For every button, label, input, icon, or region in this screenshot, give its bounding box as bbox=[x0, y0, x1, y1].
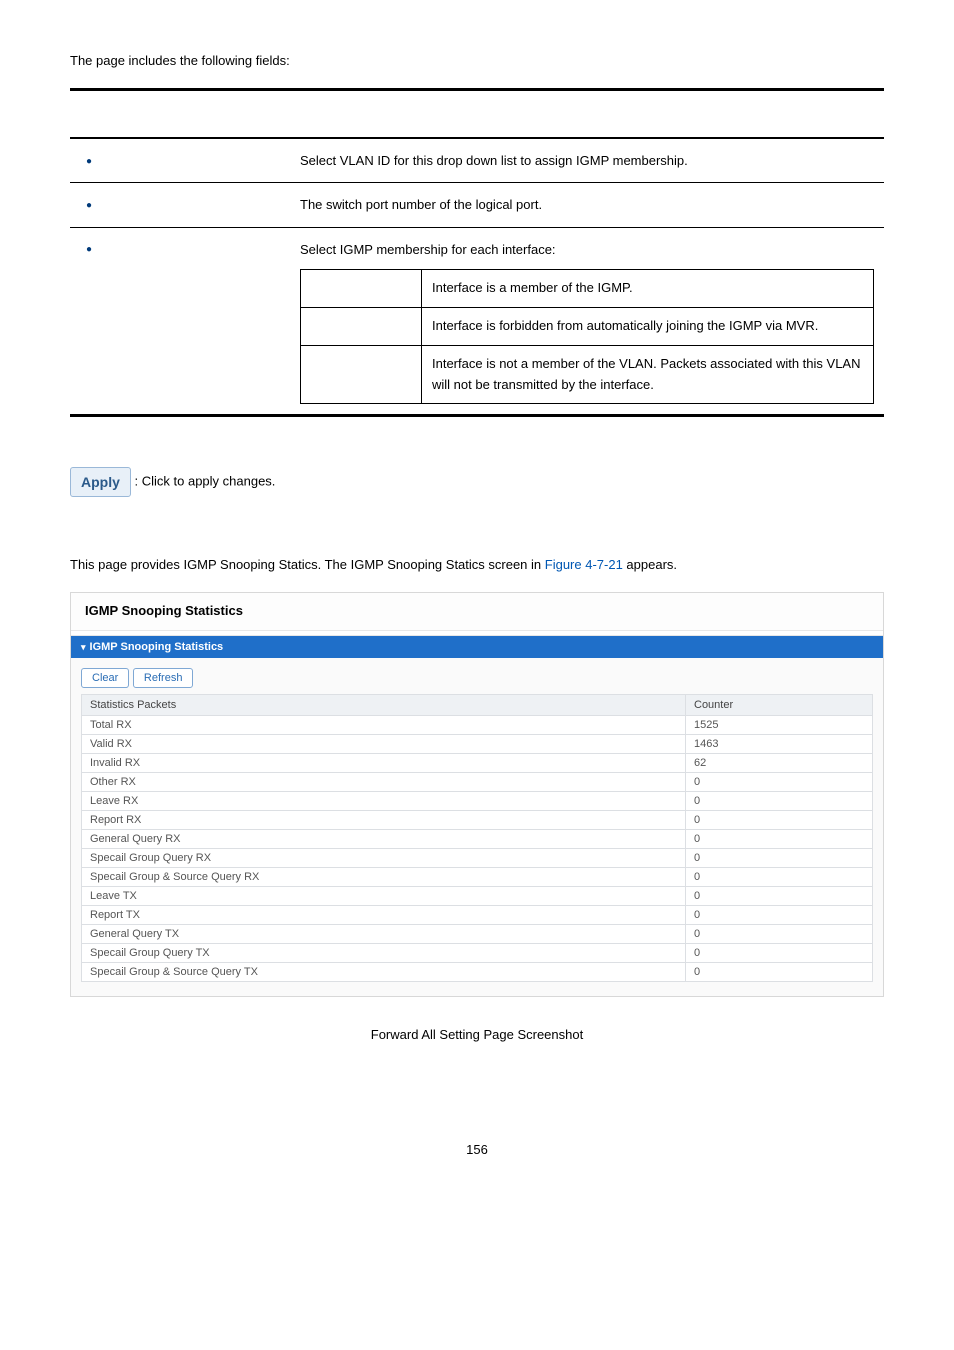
desc-post: appears. bbox=[623, 557, 677, 572]
stat-name: Report RX bbox=[82, 811, 686, 830]
stat-value: 0 bbox=[686, 868, 873, 887]
bullet-icon: ● bbox=[80, 197, 98, 215]
table-row: General Query RX0 bbox=[82, 830, 873, 849]
stat-value: 0 bbox=[686, 773, 873, 792]
stat-value: 0 bbox=[686, 830, 873, 849]
table-row: Report RX0 bbox=[82, 811, 873, 830]
obj-cell: ● bbox=[70, 227, 290, 416]
stat-value: 1525 bbox=[686, 716, 873, 735]
bullet-icon: ● bbox=[80, 153, 98, 171]
apply-button[interactable]: Apply bbox=[70, 467, 131, 497]
stat-name: Leave TX bbox=[82, 887, 686, 906]
stat-value: 0 bbox=[686, 963, 873, 982]
page-number: 156 bbox=[70, 1142, 884, 1157]
stat-name: General Query TX bbox=[82, 925, 686, 944]
stat-value: 0 bbox=[686, 887, 873, 906]
sub-panel-title: IGMP Snooping Statistics bbox=[90, 641, 224, 653]
stat-value: 0 bbox=[686, 944, 873, 963]
stat-value: 0 bbox=[686, 849, 873, 868]
stat-value: 0 bbox=[686, 811, 873, 830]
clear-button[interactable]: Clear bbox=[81, 668, 129, 688]
stat-name: Invalid RX bbox=[82, 754, 686, 773]
refresh-button[interactable]: Refresh bbox=[133, 668, 194, 688]
sub-panel-body: Clear Refresh Statistics Packets Counter… bbox=[71, 658, 883, 996]
stat-name: Specail Group Query RX bbox=[82, 849, 686, 868]
stats-table: Statistics Packets Counter Total RX1525V… bbox=[81, 694, 873, 982]
table-row: Report TX0 bbox=[82, 906, 873, 925]
figure-caption: Forward All Setting Page Screenshot bbox=[70, 1027, 884, 1042]
panel-title: IGMP Snooping Statistics bbox=[71, 593, 883, 630]
mode-desc: Interface is a member of the IGMP. bbox=[422, 270, 874, 308]
obj-cell: ● bbox=[70, 138, 290, 183]
desc-cell: Select VLAN ID for this drop down list t… bbox=[290, 138, 884, 183]
mode-desc: Interface is forbidden from automaticall… bbox=[422, 307, 874, 345]
th-packets: Statistics Packets bbox=[82, 695, 686, 716]
stat-value: 62 bbox=[686, 754, 873, 773]
table-row: Valid RX1463 bbox=[82, 735, 873, 754]
table-row: Invalid RX62 bbox=[82, 754, 873, 773]
stat-name: Specail Group & Source Query RX bbox=[82, 868, 686, 887]
statistics-panel: IGMP Snooping Statistics ▾ IGMP Snooping … bbox=[70, 592, 884, 997]
stat-name: Specail Group & Source Query TX bbox=[82, 963, 686, 982]
desc-text: Select IGMP membership for each interfac… bbox=[300, 238, 874, 261]
apply-desc: : Click to apply changes. bbox=[135, 474, 276, 489]
stat-name: Leave RX bbox=[82, 792, 686, 811]
field-table: ● Select VLAN ID for this drop down list… bbox=[70, 88, 884, 417]
desc-cell: Select IGMP membership for each interfac… bbox=[290, 227, 884, 416]
table-row: Total RX1525 bbox=[82, 716, 873, 735]
sub-panel-header[interactable]: ▾ IGMP Snooping Statistics bbox=[71, 636, 883, 658]
sub-buttons: Clear Refresh bbox=[81, 668, 873, 688]
stat-name: Specail Group Query TX bbox=[82, 944, 686, 963]
buttons-section: Apply : Click to apply changes. bbox=[70, 467, 884, 497]
table-row: Specail Group & Source Query TX0 bbox=[82, 963, 873, 982]
table-row: Specail Group & Source Query RX0 bbox=[82, 868, 873, 887]
collapse-icon: ▾ bbox=[81, 642, 86, 653]
obj-cell: ● bbox=[70, 183, 290, 227]
section-desc: This page provides IGMP Snooping Statics… bbox=[70, 557, 884, 572]
mode-name bbox=[301, 345, 422, 404]
intro-text: The page includes the following fields: bbox=[70, 53, 884, 68]
table-row: Specail Group Query TX0 bbox=[82, 944, 873, 963]
stat-name: Valid RX bbox=[82, 735, 686, 754]
stat-name: Report TX bbox=[82, 906, 686, 925]
stat-value: 0 bbox=[686, 925, 873, 944]
stat-name: Other RX bbox=[82, 773, 686, 792]
mode-name bbox=[301, 307, 422, 345]
mode-desc: Interface is not a member of the VLAN. P… bbox=[422, 345, 874, 404]
bullet-icon: ● bbox=[80, 241, 98, 259]
stat-name: Total RX bbox=[82, 716, 686, 735]
figure-link[interactable]: Figure 4-7-21 bbox=[545, 557, 623, 572]
desc-pre: This page provides IGMP Snooping Statics… bbox=[70, 557, 545, 572]
table-row: Leave RX0 bbox=[82, 792, 873, 811]
table-row: Specail Group Query RX0 bbox=[82, 849, 873, 868]
th-object bbox=[70, 90, 290, 139]
table-row: Leave TX0 bbox=[82, 887, 873, 906]
table-row: General Query TX0 bbox=[82, 925, 873, 944]
th-description bbox=[290, 90, 884, 139]
mode-name bbox=[301, 270, 422, 308]
desc-cell: The switch port number of the logical po… bbox=[290, 183, 884, 227]
stat-name: General Query RX bbox=[82, 830, 686, 849]
mode-table: Interface is a member of the IGMP. Inter… bbox=[300, 269, 874, 404]
stat-value: 0 bbox=[686, 906, 873, 925]
stat-value: 1463 bbox=[686, 735, 873, 754]
th-counter: Counter bbox=[686, 695, 873, 716]
stat-value: 0 bbox=[686, 792, 873, 811]
table-row: Other RX0 bbox=[82, 773, 873, 792]
